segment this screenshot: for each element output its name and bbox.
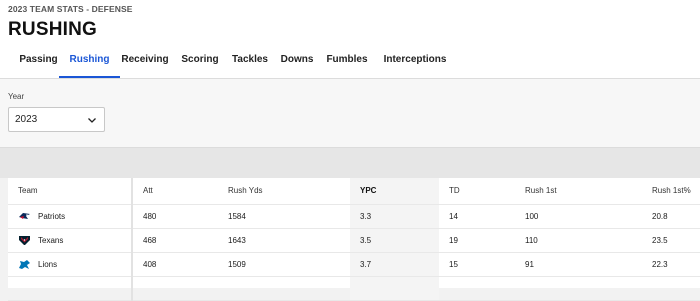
rush-yds-cell: 1584 [218, 204, 350, 229]
ypc-cell: 3.5 [350, 228, 439, 253]
column-header-rush-yds[interactable]: Rush Yds [218, 178, 350, 205]
tab-rushing[interactable]: Rushing [59, 50, 120, 78]
team-cell: Texans [18, 235, 131, 246]
column-header-att[interactable]: Att [132, 178, 218, 205]
rush-1st-cell: 91 [515, 252, 642, 277]
rush-1st-cell: 110 [515, 228, 642, 253]
texans-logo [19, 235, 30, 245]
team-cell: Lions [18, 259, 131, 270]
year-select-value: 2023 [15, 114, 38, 125]
tab-tackles[interactable]: Tackles [231, 50, 269, 78]
patriots-logo [19, 212, 30, 219]
page-title: RUSHING [8, 19, 98, 40]
tab-scoring[interactable]: Scoring [180, 50, 220, 78]
att-cell: 480 [132, 204, 218, 229]
year-label: Year [8, 92, 25, 101]
table-header-row: Team Att Rush Yds YPC TD Rush 1st Rush 1… [8, 178, 700, 205]
lions-logo [19, 259, 30, 269]
td-cell: 15 [439, 252, 515, 277]
td-cell: 19 [439, 228, 515, 253]
section-gap [0, 148, 700, 178]
tab-interceptions[interactable]: Interceptions [380, 50, 450, 78]
table-row: Patriots 480 1584 3.3 14 100 20.8 [8, 204, 700, 229]
att-cell: 408 [132, 252, 218, 277]
ypc-cell: 3.7 [350, 252, 439, 277]
att-cell: 468 [132, 228, 218, 253]
rush-yds-cell: 1643 [218, 228, 350, 253]
table-row [8, 276, 700, 301]
tab-receiving[interactable]: Receiving [121, 50, 169, 78]
rush-1st-pct-cell: 20.8 [642, 204, 700, 229]
team-cell: Patriots [18, 211, 131, 222]
tab-downs[interactable]: Downs [280, 50, 314, 78]
page-header: 2023 TEAM STATS - DEFENSE RUSHING Passin… [0, 0, 700, 79]
column-header-rush-1st-pct[interactable]: Rush 1st% [642, 178, 700, 205]
rush-1st-cell: 100 [515, 204, 642, 229]
team-name[interactable]: Patriots [38, 212, 65, 221]
rush-yds-cell: 1509 [218, 252, 350, 277]
team-name[interactable]: Texans [38, 236, 63, 245]
rush-1st-pct-cell: 22.3 [642, 252, 700, 277]
td-cell: 14 [439, 204, 515, 229]
column-header-ypc[interactable]: YPC [350, 178, 439, 205]
table-row: Texans 468 1643 3.5 19 110 23.5 [8, 228, 700, 253]
stat-tabs: Passing Rushing Receiving Scoring Tackle… [8, 50, 700, 78]
column-header-team[interactable]: Team [8, 178, 133, 205]
table-row: Lions 408 1509 3.7 15 91 22.3 [8, 252, 700, 277]
filter-bar: Year 2023 [0, 79, 700, 148]
column-header-rush-1st[interactable]: Rush 1st [515, 178, 642, 205]
stats-table-container: Team Att Rush Yds YPC TD Rush 1st Rush 1… [8, 178, 700, 301]
ypc-cell: 3.3 [350, 204, 439, 229]
year-select[interactable]: 2023 [8, 107, 105, 132]
stats-table: Team Att Rush Yds YPC TD Rush 1st Rush 1… [8, 178, 700, 301]
page-eyebrow: 2023 TEAM STATS - DEFENSE [8, 4, 133, 14]
tab-fumbles[interactable]: Fumbles [326, 50, 368, 78]
rush-1st-pct-cell: 23.5 [642, 228, 700, 253]
team-name[interactable]: Lions [38, 260, 57, 269]
tab-passing[interactable]: Passing [18, 50, 59, 78]
chevron-down-icon [88, 117, 96, 123]
column-header-td[interactable]: TD [439, 178, 515, 205]
